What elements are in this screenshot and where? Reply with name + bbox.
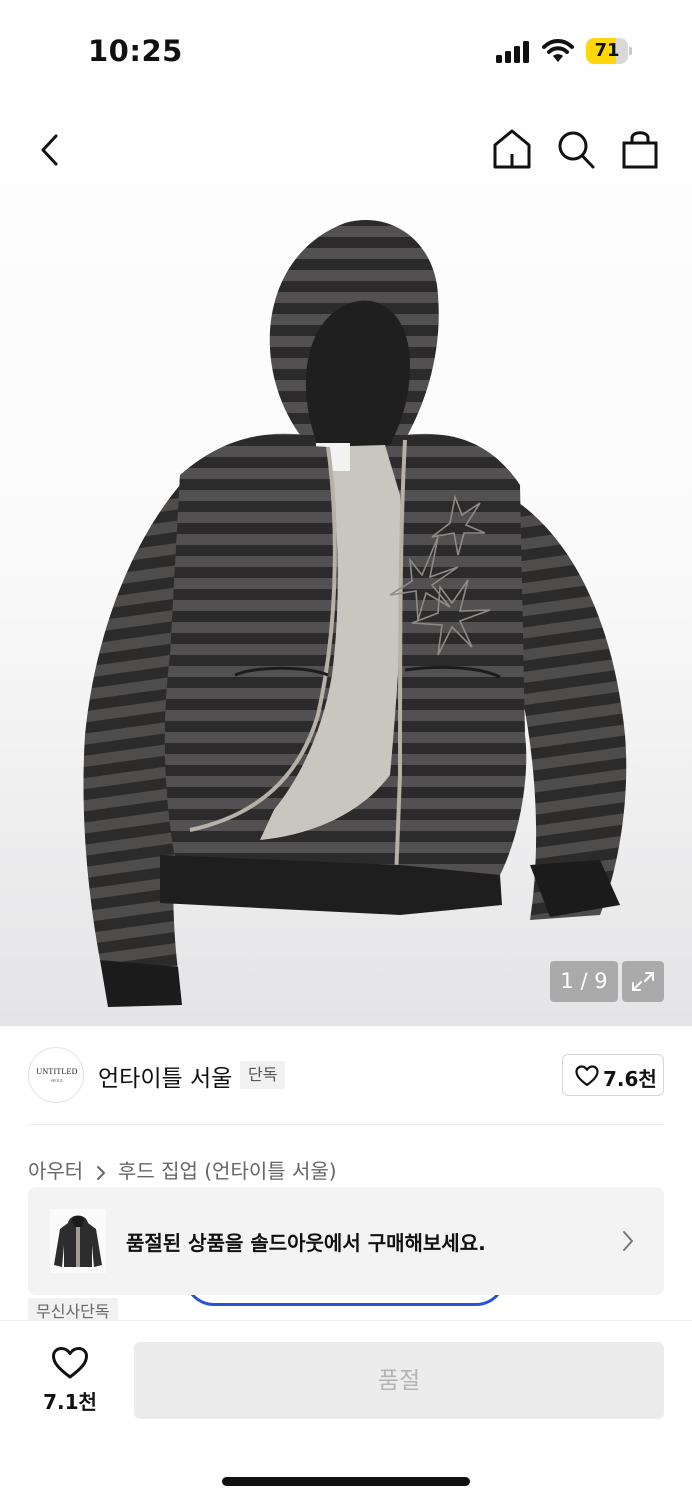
signal-icon	[496, 41, 529, 63]
home-indicator	[222, 1477, 470, 1486]
brand-logo[interactable]: UNTITLED SEOUL	[28, 1047, 84, 1103]
wishlist-button[interactable]: 7.1천	[30, 1340, 110, 1420]
back-chevron-icon[interactable]	[34, 130, 68, 170]
battery-icon: 71	[586, 38, 632, 64]
status-bar: 10:25 71	[0, 0, 692, 100]
product-image[interactable]	[60, 215, 640, 1015]
expand-icon[interactable]	[622, 961, 664, 1002]
image-counter: 1 / 9	[550, 961, 618, 1002]
soldout-buy-button[interactable]: 품절	[134, 1342, 664, 1419]
battery-level-text: 71	[594, 40, 620, 61]
brand-like-button[interactable]: 7.6천	[562, 1054, 664, 1096]
chevron-right-icon	[623, 1231, 633, 1251]
brand-name[interactable]: 언타이틀 서울	[98, 1059, 232, 1093]
banner-product-thumbnail	[50, 1209, 106, 1273]
soldout-banner-text: 품절된 상품을 솔드아웃에서 구매해보세요.	[126, 1231, 486, 1255]
breadcrumb-category[interactable]: 아우터	[28, 1155, 83, 1184]
home-icon[interactable]	[492, 128, 532, 170]
soldout-banner[interactable]: 품절된 상품을 솔드아웃에서 구매해보세요.	[28, 1187, 664, 1295]
wishlist-count: 7.1천	[43, 1390, 97, 1414]
divider	[28, 1124, 664, 1125]
search-icon[interactable]	[556, 128, 596, 170]
brand-logo-text: UNTITLED	[36, 1067, 78, 1076]
shopping-bag-icon[interactable]	[620, 128, 660, 170]
brand-like-count: 7.6천	[603, 1067, 657, 1091]
status-time: 10:25	[88, 34, 183, 68]
wifi-icon	[542, 39, 574, 62]
exclusive-badge: 단독	[240, 1061, 286, 1089]
brand-logo-subtext: SEOUL	[50, 1078, 64, 1083]
breadcrumb-subcategory[interactable]: 후드 집업 (언타이틀 서울)	[118, 1155, 337, 1184]
chevron-right-icon	[94, 1162, 108, 1180]
heart-outline-icon	[575, 1065, 599, 1087]
heart-outline-icon	[52, 1347, 88, 1379]
breadcrumb: 아우터 후드 집업 (언타이틀 서울)	[28, 1155, 337, 1184]
